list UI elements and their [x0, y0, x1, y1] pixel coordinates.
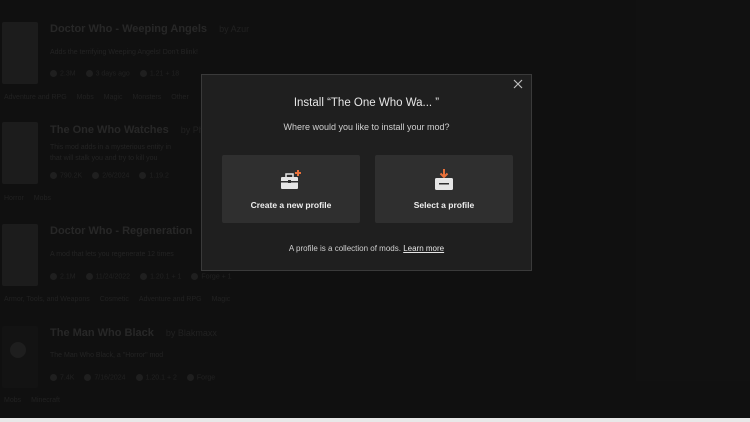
footer-text: A profile is a collection of mods.: [288, 244, 401, 253]
learn-more-link[interactable]: Learn more: [403, 244, 444, 253]
dialog-footer: A profile is a collection of mods. Learn…: [202, 244, 531, 253]
create-profile-label: Create a new profile: [250, 200, 332, 210]
window-bottom-edge: [0, 418, 750, 422]
import-arrow-icon: [432, 168, 456, 192]
install-dialog: Install “The One Who Wa... ” Where would…: [201, 74, 532, 271]
dialog-title: Install “The One Who Wa... ”: [293, 97, 440, 109]
select-profile-label: Select a profile: [413, 200, 475, 210]
dialog-subtitle: Where would you like to install your mod…: [283, 122, 450, 132]
create-new-profile-button[interactable]: Create a new profile: [222, 155, 360, 223]
close-icon[interactable]: [511, 78, 525, 92]
briefcase-plus-icon: [279, 168, 303, 192]
select-profile-button[interactable]: Select a profile: [375, 155, 513, 223]
